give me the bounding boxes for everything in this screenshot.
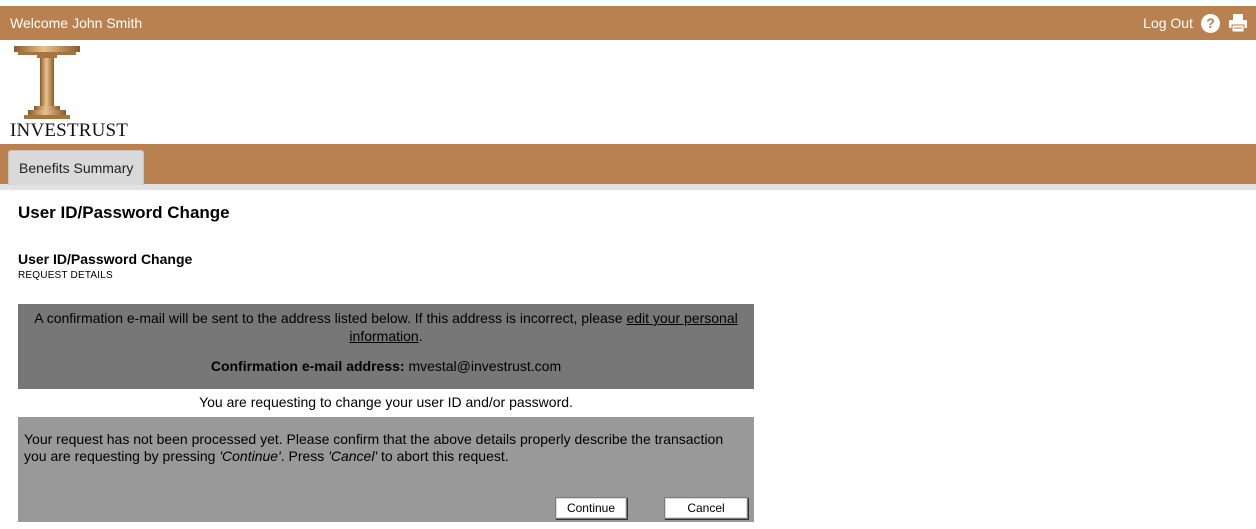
confirm-box: Your request has not been processed yet.… <box>18 417 754 522</box>
confirm-text-3: to abort this request. <box>377 448 509 464</box>
section-title: User ID/Password Change <box>18 251 193 267</box>
request-panel: A confirmation e-mail will be sent to th… <box>18 304 754 522</box>
cancel-button[interactable]: Cancel <box>664 497 748 519</box>
welcome-label: Welcome <box>10 15 69 31</box>
printer-icon[interactable] <box>1228 14 1248 33</box>
logout-link[interactable]: Log Out <box>1143 15 1193 31</box>
help-icon[interactable]: ? <box>1201 13 1220 33</box>
confirmation-email-row: Confirmation e-mail address: mvestal@inv… <box>24 357 748 375</box>
section-subtitle: REQUEST DETAILS <box>18 270 113 281</box>
page-title: User ID/Password Change <box>18 203 230 222</box>
confirmation-email-value: mvestal@investrust.com <box>408 358 562 374</box>
continue-reference: 'Continue' <box>219 448 281 464</box>
continue-button[interactable]: Continue <box>555 497 627 519</box>
cancel-reference: 'Cancel' <box>328 448 378 464</box>
tab-benefits-summary[interactable]: Benefits Summary <box>8 150 145 185</box>
top-actions: Log Out ? <box>1143 12 1248 34</box>
confirmation-notice: A confirmation e-mail will be sent to th… <box>18 304 754 389</box>
welcome-message: Welcome John Smith <box>10 15 142 31</box>
nav-divider <box>0 184 1256 190</box>
confirm-instructions: Your request has not been processed yet.… <box>24 431 748 465</box>
user-name: John Smith <box>72 15 143 31</box>
logo-text: INVESTRUST <box>10 120 129 141</box>
confirmation-email-label: Confirmation e-mail address: <box>210 358 405 374</box>
top-bar: Welcome John Smith Log Out ? <box>0 6 1256 40</box>
request-description: You are requesting to change your user I… <box>18 389 754 417</box>
notice-text-after-link: . <box>418 328 423 344</box>
confirm-text-2: . Press <box>280 448 329 464</box>
notice-text-before-link: A confirmation e-mail will be sent to th… <box>34 310 627 326</box>
investrust-logo: INVESTRUST <box>10 44 150 146</box>
nav-bar <box>0 144 1256 184</box>
notice-text: A confirmation e-mail will be sent to th… <box>24 309 748 345</box>
